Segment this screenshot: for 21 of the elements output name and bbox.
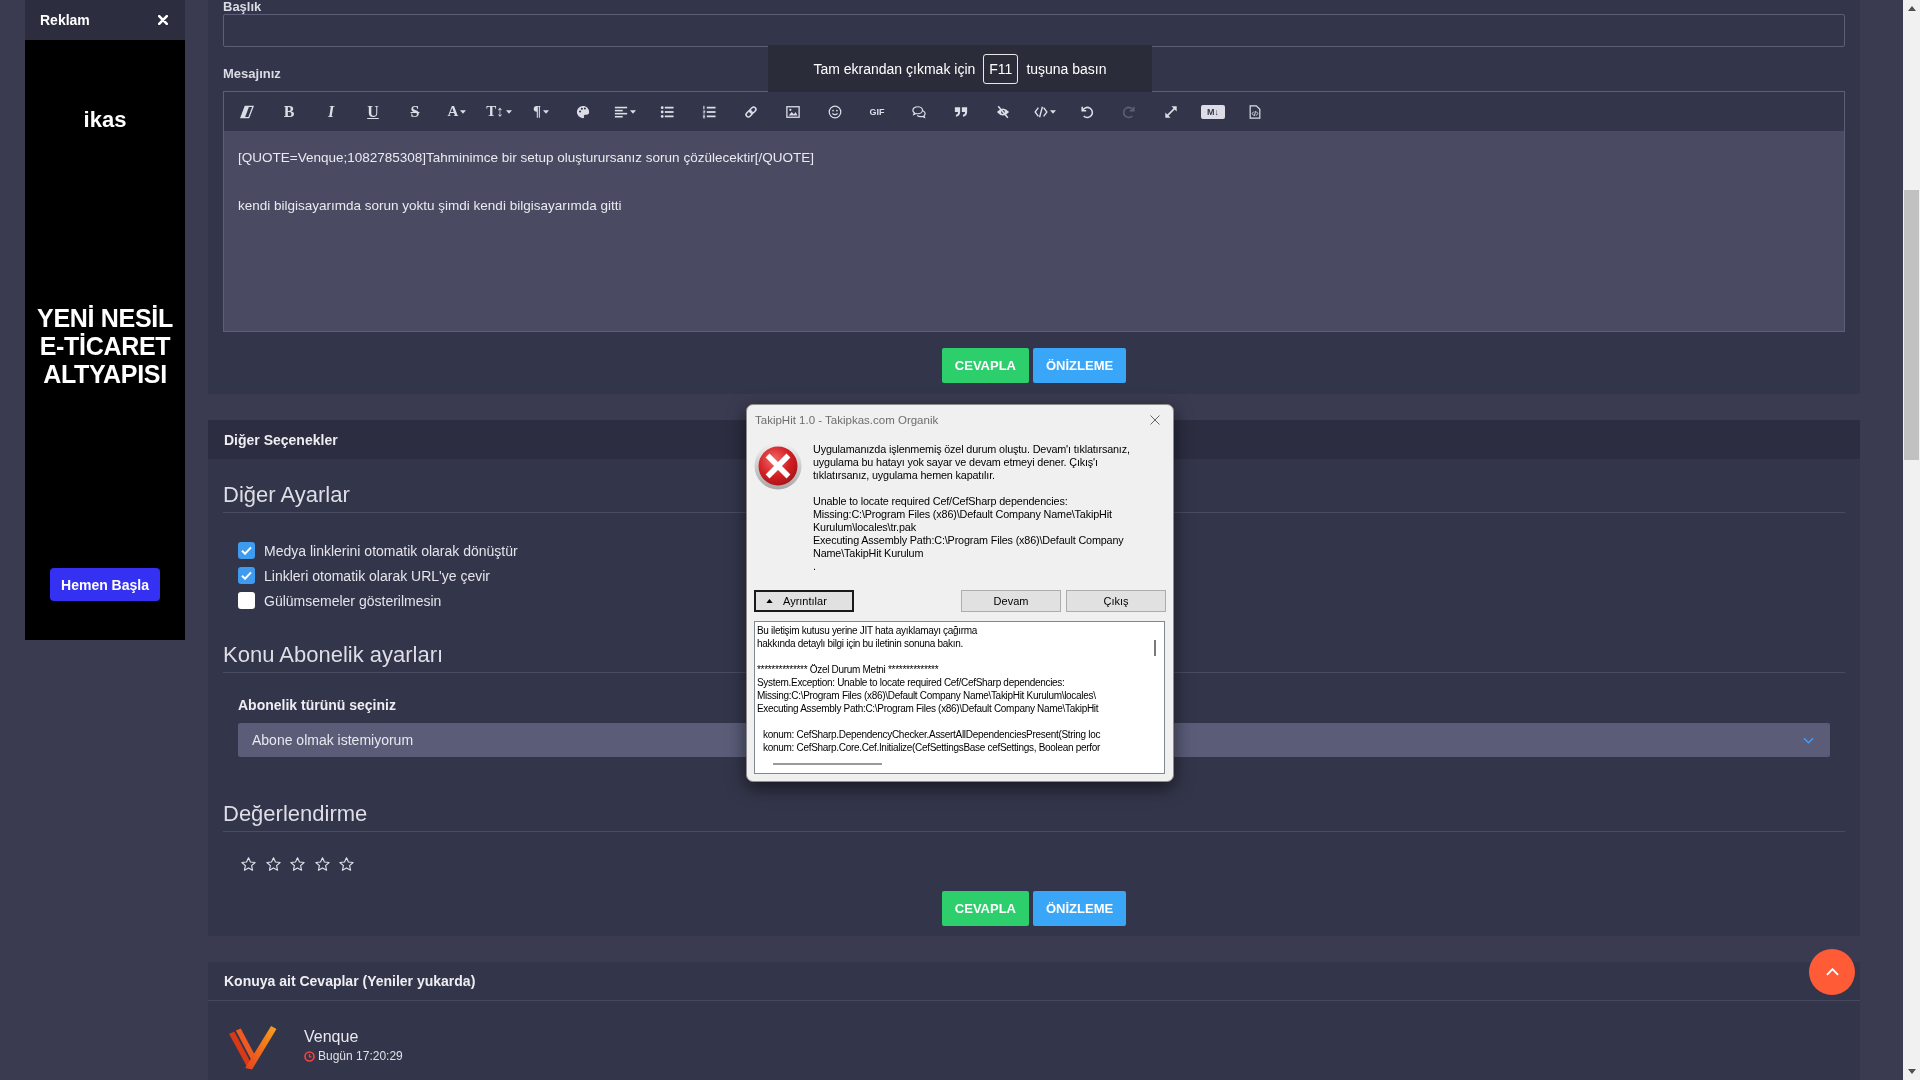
section-heading: Diğer Ayarlar [223, 482, 350, 507]
field-label: Başlık [223, 0, 262, 14]
section-heading: Değerlendirme [223, 801, 368, 826]
dialog-title: TakipHit 1.0 - Takipkas.com Organik [755, 413, 939, 426]
card-title: Konuya ait Cevaplar (Yeniler yukarda) [224, 973, 476, 990]
ad-title: Reklam [40, 12, 90, 28]
details-text: Bu iletişim kutusu yerine JIT hata ayıklamayı çağırma hakkında detaylı bilgi için bu iletinin sonuna bakın. [757, 624, 978, 650]
toast-text: Tam ekrandan çıkmak için [813, 60, 976, 77]
keyboard-key: F11 [983, 53, 1019, 84]
stack-trace-text: konum: CefSharp.DependencyChecker.AssertAllDependenciesPresent(String loc konum: CefSharp.Core.Cef.Initialize(CefSettingsBase cefSettings, Boolean perfor [762, 728, 1101, 754]
ad-headline: YENİ NESİL E-TİCARET ALTYAPISI [37, 304, 173, 388]
toast-text: tuşuna basın [1026, 60, 1107, 77]
post-time: Bugün 17:20:29 [318, 1049, 403, 1064]
brand-logo-text: ikas [83, 107, 127, 133]
error-message: Uygulamanızda işlenmemiş özel durum oluştu. Devam'ı tıklatırsanız, uygulama bu hatayı yok sayar ve devam etmeyi dener. Çıkış'ı tıklatırsanız, uygulama hemen kapatılır. [813, 443, 1130, 482]
field-label: Abonelik türünü seçiniz [238, 696, 396, 715]
section-heading: Konu Abonelik ayarları [223, 642, 444, 667]
details-text: ************** Özel Durum Metni ************** System.Exception: Unable to locate required Cef/CefSharp dependencies: Missing:C:\Program Files (x86)\Default Company Name\TakipHit Kurulum\locales\ Executing Assembly Path:C:\Program Files (x86)\Default Company Name\TakipHit [757, 663, 1099, 715]
error-message: Unable to locate required Cef/CefSharp dependencies: Missing:C:\Program Files (x86)\Default Company Name\TakipHit Kurulum\locales\tr.pak Executing Assembly Path:C:\Program Files (x86)\Default Company Name\TakipHit Kurulum . [813, 495, 1125, 573]
field-label: Mesajınız [223, 65, 281, 83]
card-title: Diğer Seçenekler [224, 431, 338, 448]
